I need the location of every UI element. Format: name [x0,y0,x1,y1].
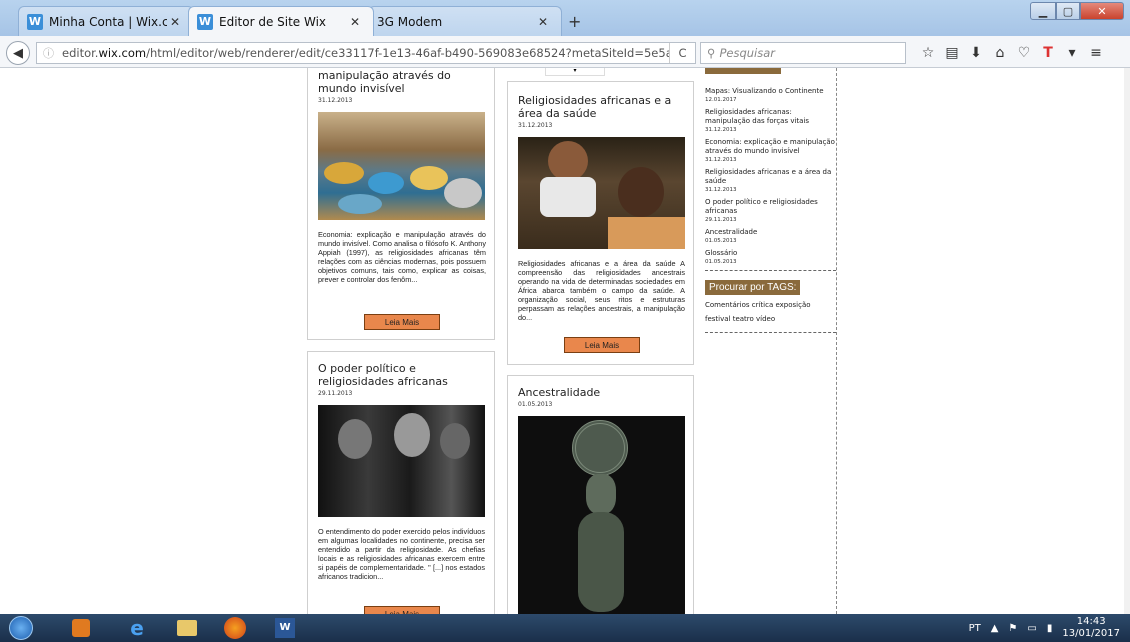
page-content: ▾ manipulação através do mundo invisível… [0,68,1130,614]
recent-post-link[interactable]: Economia: explicação e manipulação atrav… [705,138,836,156]
recent-post-link[interactable]: Mapas: Visualizando o Continente [705,87,836,96]
extension-t-icon[interactable]: T [1036,45,1060,61]
minimize-icon[interactable]: ▁ [1030,2,1056,20]
post-title[interactable]: Ancestralidade [518,386,683,399]
recent-post-link[interactable]: Glossário [705,249,836,258]
tab-editor-wix[interactable]: W Editor de Site Wix ✕ [188,6,374,36]
file-explorer-icon[interactable] [168,616,206,640]
navigation-bar: ◀ ⓘ editor. wix.com/html/editor/web/rende… [0,36,1130,68]
divider [705,332,836,333]
window-controls: ▁ ▢ ✕ [1030,2,1124,20]
recent-posts-header [705,68,781,74]
new-tab-icon[interactable]: + [568,12,581,31]
tray-arrow-icon[interactable]: ▲ [991,623,999,634]
maximize-icon[interactable]: ▢ [1056,2,1080,20]
tab-bar: W Minha Conta | Wix.com ✕ W Editor de Si… [0,0,1130,36]
dropdown-icon[interactable]: ▾ [1060,45,1084,61]
flag-icon[interactable]: ⚑ [1008,623,1017,634]
read-more-button[interactable]: Leia Mais [364,314,440,330]
clock[interactable]: 14:43 13/01/2017 [1062,616,1120,640]
recent-post-date: 01.05.2013 [705,259,737,265]
reading-list-icon[interactable]: ▤ [940,45,964,61]
firefox-icon[interactable] [216,616,254,640]
collapse-handle[interactable]: ▾ [545,68,605,76]
tags-header: Procurar por TAGS: [705,280,801,295]
blog-post-card: O poder político e religiosidades africa… [307,351,495,614]
tag-cloud[interactable]: Comentários crítica exposição festival t… [705,298,831,326]
pocket-icon[interactable]: ♡ [1012,45,1036,61]
info-icon[interactable]: ⓘ [43,45,54,61]
recent-post-date: 12.01.2017 [705,97,737,103]
close-tab-icon[interactable]: ✕ [347,15,363,29]
power-icon[interactable]: ▮ [1047,623,1053,634]
recent-post-date: 31.12.2013 [705,127,737,133]
post-excerpt: Religiosidades africanas e a área da saú… [518,259,685,322]
word-icon[interactable]: W [266,616,304,640]
menu-icon[interactable]: ≡ [1084,45,1108,61]
recent-post-date: 31.12.2013 [705,157,737,163]
search-placeholder: Pesquisar [719,46,775,60]
back-arrow-icon[interactable]: ◀ [6,41,30,65]
post-date: 31.12.2013 [518,122,553,129]
elders-image [318,405,485,517]
close-tab-icon[interactable]: ✕ [535,15,551,29]
post-title[interactable]: Religiosidades africanas e a área da saú… [518,94,683,120]
wix-favicon-icon: W [197,13,213,30]
bookmark-star-icon[interactable]: ☆ [916,45,940,61]
close-tab-icon[interactable]: ✕ [167,15,183,29]
toolbar: ☆ ▤ ⬇ ⌂ ♡ T ▾ ≡ [916,42,1108,64]
start-button-icon[interactable] [4,616,38,640]
internet-explorer-icon[interactable]: e [118,616,156,640]
post-excerpt: O entendimento do poder exercido pelos i… [318,527,485,581]
tab-3g-modem[interactable]: 3G Modem ✕ [368,6,562,36]
url-host: wix.com [98,46,147,60]
post-date: 29.11.2013 [318,390,353,397]
blog-post-card: Ancestralidade 01.05.2013 [507,375,694,614]
recent-post-date: 01.05.2013 [705,238,737,244]
system-tray: PT ▲ ⚑ ▭ ▮ 14:43 13/01/2017 [969,614,1120,642]
media-player-icon[interactable] [62,616,100,640]
divider [705,270,836,271]
reload-icon[interactable]: C [669,43,695,63]
url-prefix: editor. [62,46,99,60]
post-excerpt: Economia: explicação e manipulação atrav… [318,230,486,284]
tab-title: Editor de Site Wix [219,14,327,29]
recent-post-date: 29.11.2013 [705,217,737,223]
post-date: 01.05.2013 [518,401,553,408]
statue-image [518,416,685,614]
recent-post-link[interactable]: Ancestralidade [705,228,836,237]
language-indicator[interactable]: PT [969,623,981,634]
search-input[interactable]: ⚲ Pesquisar [700,42,906,64]
clock-time: 14:43 [1076,616,1106,627]
recent-post-link[interactable]: O poder político e religiosidades africa… [705,198,836,216]
recent-post-link[interactable]: Religiosidades africanas: manipulação da… [705,108,836,126]
home-icon[interactable]: ⌂ [988,45,1012,61]
tab-title: Minha Conta | Wix.com [49,14,167,29]
sidebar: Mapas: Visualizando o Continente 12.01.2… [705,68,837,614]
post-title[interactable]: manipulação através do mundo invisível [318,69,484,95]
recent-post-link[interactable]: Religiosidades africanas e a área da saú… [705,168,836,186]
download-icon[interactable]: ⬇ [964,45,988,61]
clock-date: 13/01/2017 [1062,628,1120,639]
search-icon: ⚲ [707,46,716,60]
tab-title: 3G Modem [377,14,443,29]
taskbar: e W PT ▲ ⚑ ▭ ▮ 14:43 13/01/2017 [0,614,1130,642]
blog-post-card: Religiosidades africanas e a área da saú… [507,81,694,365]
network-icon[interactable]: ▭ [1027,623,1036,634]
read-more-button[interactable]: Leia Mais [364,606,440,614]
wix-favicon-icon: W [27,13,43,30]
scrollbar[interactable] [1124,68,1130,614]
market-image [318,112,485,220]
blog-post-card: manipulação através do mundo invisível 3… [307,68,495,340]
url-path: /html/editor/web/renderer/edit/ce33117f-… [146,46,695,60]
post-title[interactable]: O poder político e religiosidades africa… [318,362,484,388]
address-bar[interactable]: ⓘ editor. wix.com/html/editor/web/rendere… [36,42,696,64]
mother-child-image [518,137,685,249]
read-more-button[interactable]: Leia Mais [564,337,640,353]
post-date: 31.12.2013 [318,97,353,104]
close-window-icon[interactable]: ✕ [1080,2,1124,20]
recent-post-date: 31.12.2013 [705,187,737,193]
tab-minha-conta[interactable]: W Minha Conta | Wix.com ✕ [18,6,194,36]
